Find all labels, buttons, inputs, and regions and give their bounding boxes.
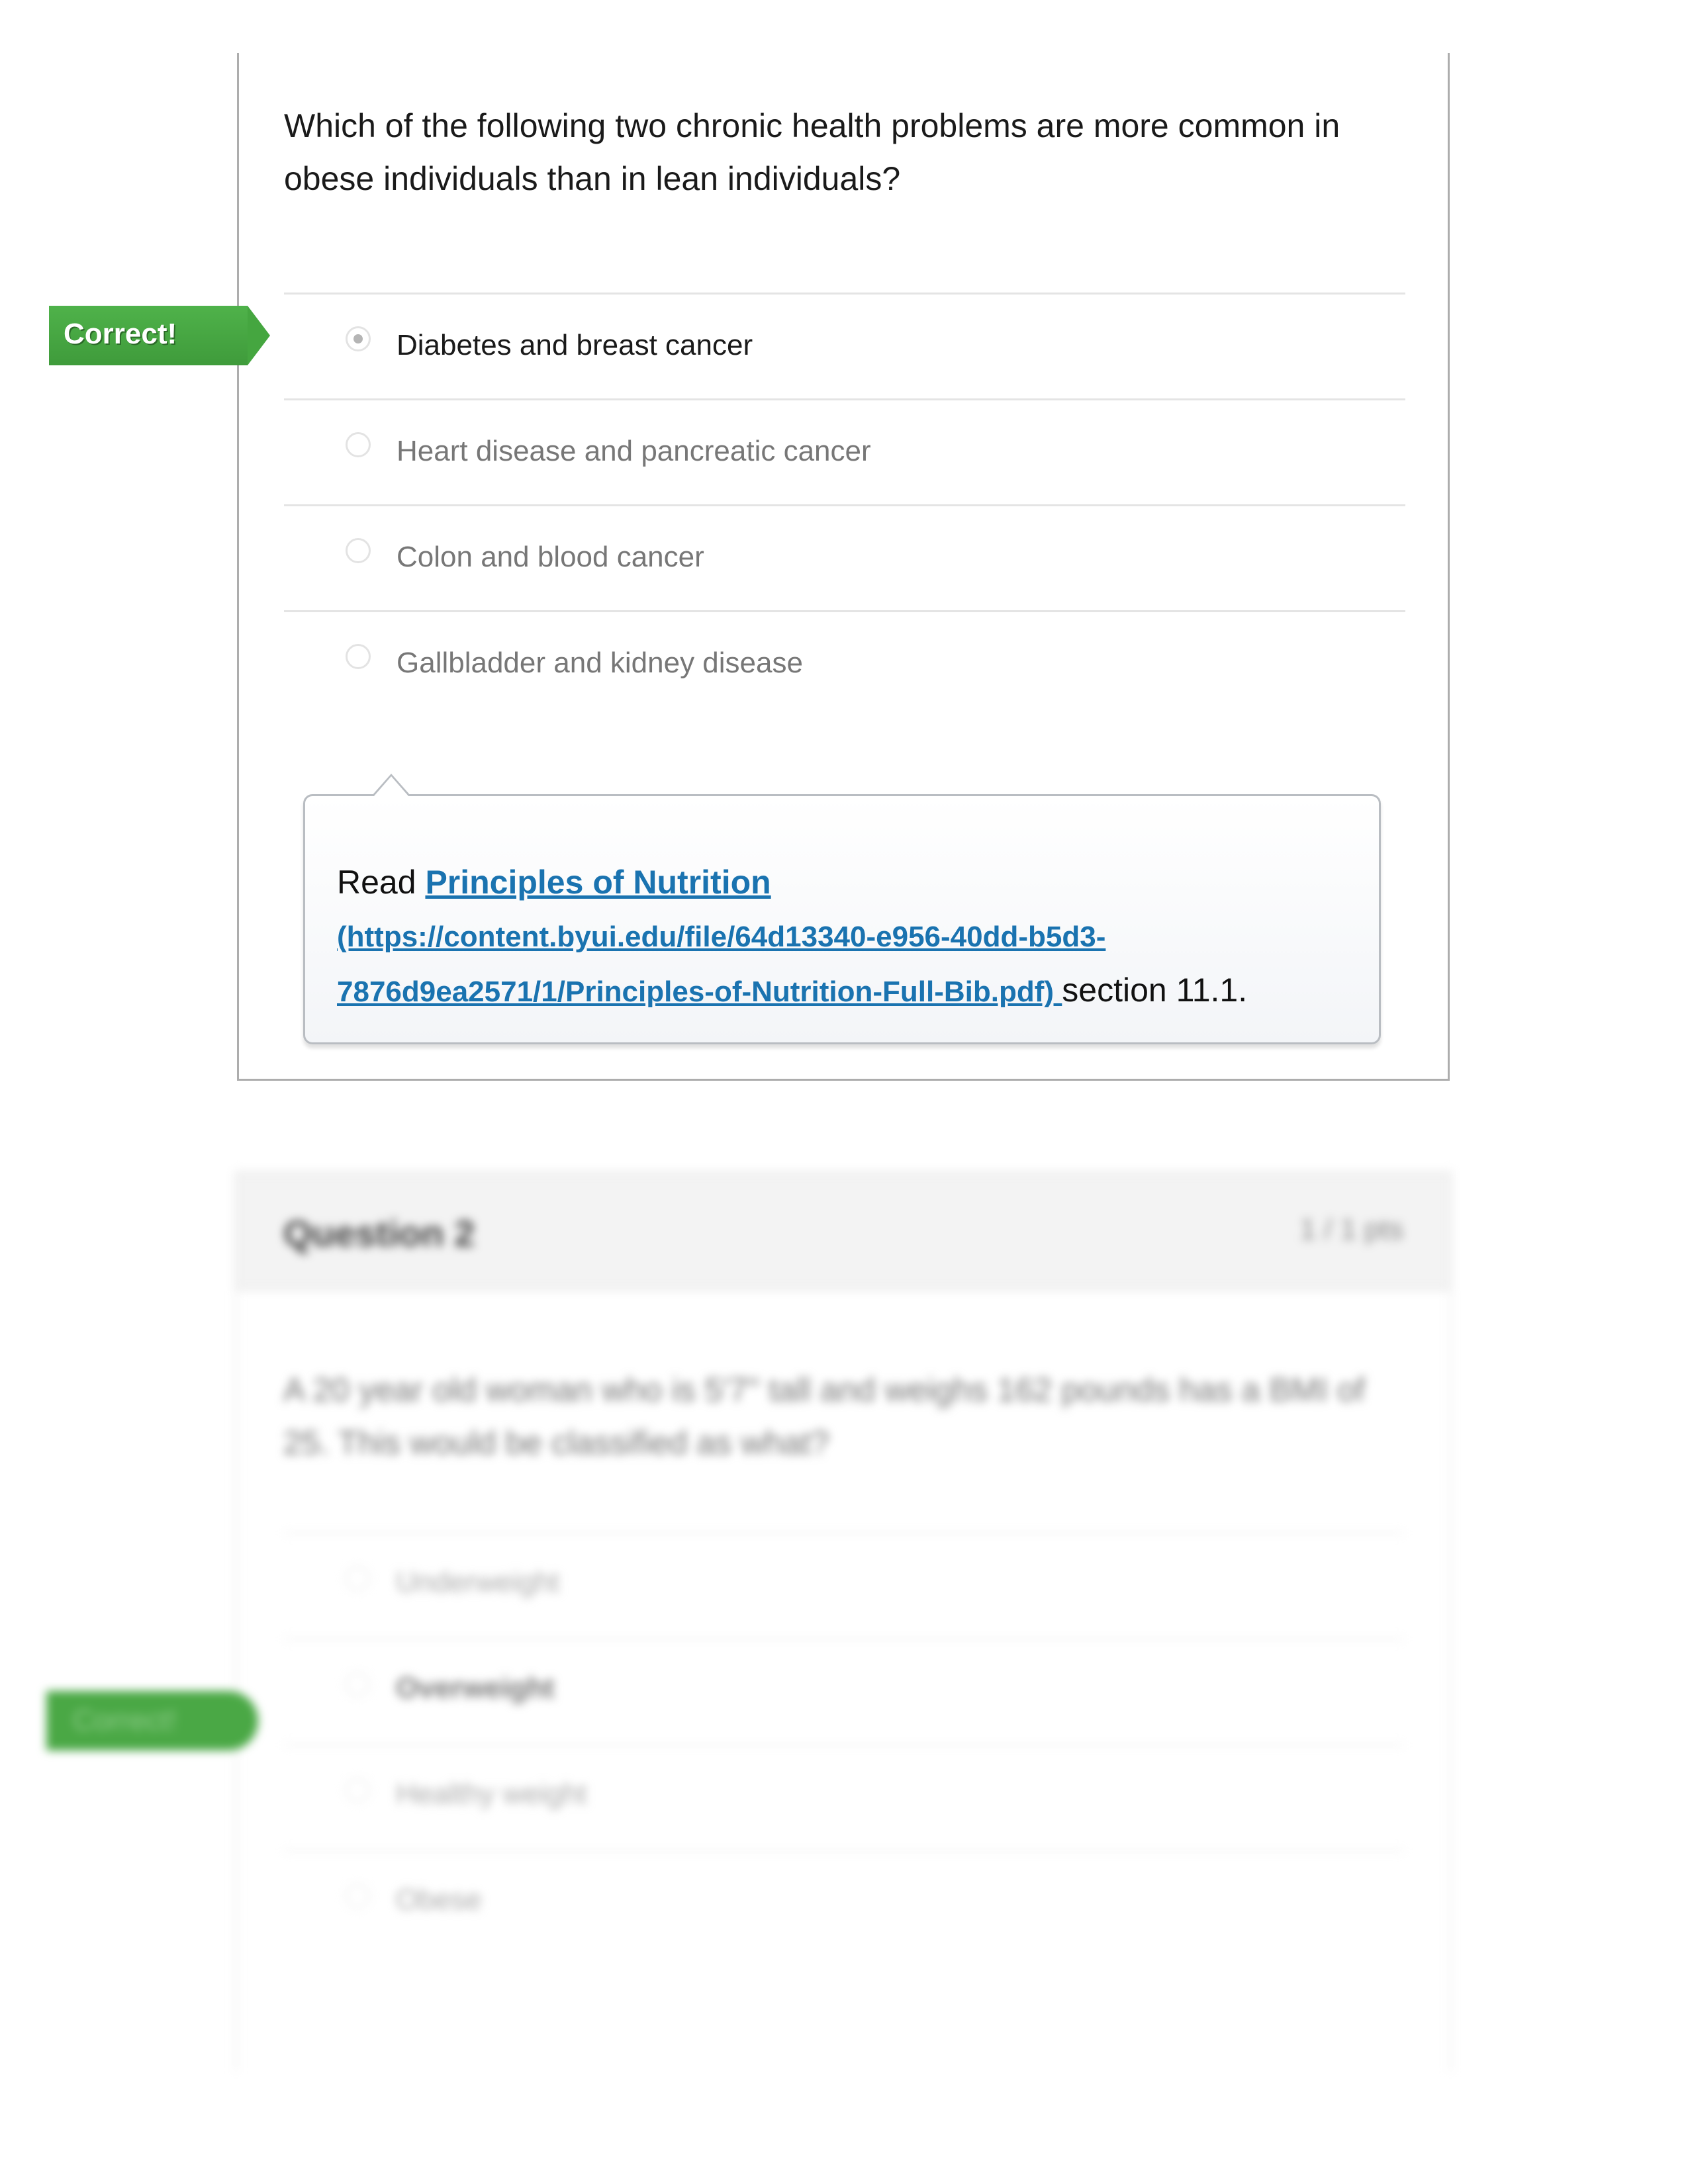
question-2-answers: Underweight Overweight Healthy weight Ob… bbox=[283, 1532, 1405, 1956]
radio-icon[interactable] bbox=[345, 1566, 370, 1591]
question-2-points: 1 / 1 pts bbox=[1299, 1213, 1403, 1246]
question-1-text: Which of the following two chronic healt… bbox=[284, 107, 1340, 197]
answer-option[interactable]: Obese bbox=[283, 1850, 1405, 1956]
correct-flag-label: Correct! bbox=[73, 1704, 177, 1737]
answer-label: Colon and blood cancer bbox=[397, 541, 704, 573]
correct-flag-label: Correct! bbox=[64, 318, 177, 350]
radio-icon[interactable] bbox=[345, 1778, 370, 1803]
answer-option[interactable]: Gallbladder and kidney disease bbox=[284, 610, 1405, 716]
radio-icon[interactable] bbox=[346, 538, 371, 563]
radio-icon[interactable] bbox=[346, 644, 371, 669]
answer-label: Gallbladder and kidney disease bbox=[397, 647, 803, 679]
question-2-card: Question 2 1 / 1 pts A 20 year old woman… bbox=[235, 1171, 1452, 2071]
link-url-line-1[interactable]: (https://content.byui.edu/file/64d13340-… bbox=[337, 921, 1105, 953]
radio-icon[interactable] bbox=[346, 432, 371, 457]
answer-label: Obese bbox=[396, 1884, 482, 1916]
answer-label: Overweight bbox=[396, 1672, 555, 1704]
radio-icon[interactable] bbox=[345, 1884, 370, 1909]
flag-arrow-icon bbox=[248, 306, 270, 365]
answer-label: Heart disease and pancreatic cancer bbox=[397, 435, 871, 467]
answer-label: Diabetes and breast cancer bbox=[397, 329, 753, 361]
answer-label: Healthy weight bbox=[396, 1778, 587, 1810]
principles-of-nutrition-link[interactable]: Principles of Nutrition bbox=[425, 864, 771, 901]
answer-option[interactable]: Heart disease and pancreatic cancer bbox=[284, 398, 1405, 504]
feedback-text: Read Principles of Nutrition (https://co… bbox=[337, 856, 1356, 1019]
feedback-prefix: Read bbox=[337, 864, 426, 901]
answer-option[interactable]: Healthy weight bbox=[283, 1744, 1405, 1850]
question-2-header: Question 2 1 / 1 pts bbox=[235, 1171, 1452, 1291]
question-2-correct-flag: Correct! bbox=[46, 1691, 258, 1751]
feedback-bubble: Read Principles of Nutrition (https://co… bbox=[303, 774, 1381, 1044]
radio-selected-icon[interactable] bbox=[346, 326, 371, 351]
question-2-body: A 20 year old woman who is 5'7" tall and… bbox=[235, 1291, 1452, 2071]
feedback-suffix: section 11.1. bbox=[1062, 972, 1248, 1009]
answer-label: Underweight bbox=[396, 1566, 560, 1598]
answer-option[interactable]: Overweight bbox=[283, 1638, 1405, 1744]
question-1-answers: Diabetes and breast cancer Heart disease… bbox=[284, 293, 1405, 716]
link-url-line-2[interactable]: 7876d9ea2571/1/Principles-of-Nutrition-F… bbox=[337, 976, 1062, 1008]
answer-option[interactable]: Colon and blood cancer bbox=[284, 504, 1405, 610]
correct-answer-flag: Correct! bbox=[49, 306, 270, 365]
answer-option[interactable]: Underweight bbox=[283, 1532, 1405, 1638]
question-2-title: Question 2 bbox=[283, 1212, 475, 1254]
bubble-pointer bbox=[371, 774, 411, 797]
answer-option[interactable]: Diabetes and breast cancer bbox=[284, 293, 1405, 398]
radio-selected-icon[interactable] bbox=[345, 1672, 370, 1697]
question-2-text: A 20 year old woman who is 5'7" tall and… bbox=[283, 1371, 1365, 1461]
